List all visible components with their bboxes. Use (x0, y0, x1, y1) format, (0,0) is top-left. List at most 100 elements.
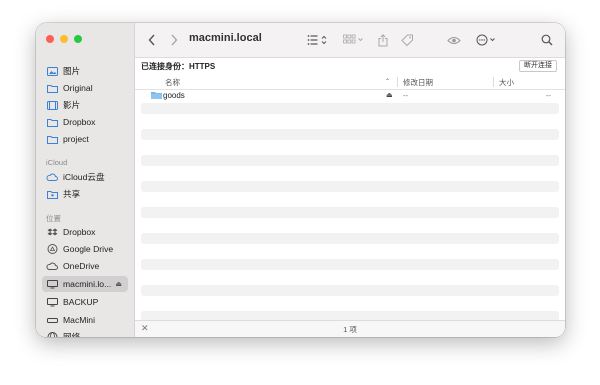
sidebar-item-macmini-local[interactable]: macmini.lo... ⏏ (42, 276, 128, 292)
sort-chevron-icon: ⌃ (385, 79, 391, 85)
back-button[interactable] (145, 32, 159, 48)
sidebar-item-label: iCloud云盘 (63, 172, 105, 182)
drive-icon (46, 243, 58, 255)
file-size: -- (546, 91, 551, 100)
sidebar-item-label: BACKUP (63, 297, 99, 307)
tag-button[interactable] (399, 32, 415, 48)
search-icon (541, 34, 553, 46)
dropbox-icon (46, 226, 58, 238)
folder-icon (46, 133, 58, 145)
sidebar-item-label: MacMini (63, 315, 95, 325)
sidebar-item-label: Dropbox (63, 227, 96, 237)
column-modified[interactable]: 修改日期 (403, 77, 433, 88)
empty-row (141, 298, 559, 309)
sidebar-item-dropbox[interactable]: Dropbox (42, 224, 128, 240)
sidebar-item-label: OneDrive (63, 261, 100, 271)
sidebar-item-label: project (63, 134, 89, 144)
sidebar-item-label: 影片 (63, 100, 81, 110)
empty-row (141, 142, 559, 153)
empty-row (141, 116, 559, 127)
cloud-icon (46, 171, 58, 183)
close-window-button[interactable] (46, 35, 54, 43)
sidebar-section-locations: 位置 (46, 214, 61, 223)
eject-icon[interactable]: ⏏ (386, 91, 393, 99)
search-button[interactable] (539, 32, 555, 48)
empty-row (141, 129, 559, 140)
empty-row (141, 259, 559, 270)
more-icon (476, 34, 495, 46)
file-browser: 已连接身份：HTTPS 断开连接 名称 ⌃ 修改日期 大小 goods ⏏ --… (135, 58, 565, 337)
empty-row (141, 220, 559, 231)
tag-icon (400, 34, 413, 46)
column-divider[interactable] (397, 77, 398, 87)
zoom-window-button[interactable] (74, 35, 82, 43)
empty-row (141, 246, 559, 257)
sidebar-item-label: macmini.lo... (63, 279, 112, 289)
column-divider[interactable] (493, 77, 494, 87)
display-icon (46, 296, 58, 308)
finder-window: 图片 Original 影片 Dropbox project iCloud iC… (36, 23, 565, 337)
minimize-window-button[interactable] (60, 35, 68, 43)
empty-row (141, 155, 559, 166)
display-icon (46, 278, 58, 290)
photos-icon (46, 65, 58, 77)
folder-icon (151, 91, 162, 101)
sidebar: 图片 Original 影片 Dropbox project iCloud iC… (36, 23, 135, 337)
sidebar-item-backup[interactable]: BACKUP (42, 294, 128, 310)
sidebar-item-project[interactable]: project (42, 131, 128, 147)
empty-row (141, 194, 559, 205)
sidebar-item-label: Original (63, 83, 93, 93)
sidebar-item-original[interactable]: Original (42, 80, 128, 96)
sidebar-item-movies[interactable]: 影片 (42, 97, 128, 113)
window-controls (46, 35, 82, 43)
window-title: macmini.local (189, 32, 262, 44)
item-count: 1 项 (343, 325, 357, 334)
sidebar-item-pictures[interactable]: 图片 (42, 63, 128, 79)
sidebar-item-label: Dropbox (63, 117, 96, 127)
sidebar-item-icloud-drive[interactable]: iCloud云盘 (42, 169, 128, 185)
sidebar-item-onedrive[interactable]: OneDrive (42, 258, 128, 274)
sidebar-item-macmini[interactable]: MacMini (42, 312, 128, 328)
empty-row (141, 103, 559, 114)
empty-row (141, 181, 559, 192)
toolbar: macmini.local (135, 23, 565, 58)
eject-icon[interactable]: ⏏ (115, 280, 122, 288)
share-icon (378, 33, 388, 46)
sidebar-item-dropbox-folder[interactable]: Dropbox (42, 114, 128, 130)
group-button[interactable] (342, 32, 366, 48)
chevron-left-icon (148, 34, 155, 46)
column-name[interactable]: 名称 (165, 77, 180, 88)
folder-icon (46, 116, 58, 128)
sidebar-item-label: Google Drive (63, 244, 114, 254)
column-size[interactable]: 大小 (499, 77, 514, 88)
empty-row (141, 168, 559, 179)
file-name: goods (163, 91, 185, 100)
file-list: goods ⏏ -- -- (141, 90, 559, 337)
share-button[interactable] (376, 32, 390, 48)
sidebar-item-label: 图片 (63, 66, 81, 76)
quick-look-button[interactable] (446, 32, 462, 48)
column-header: 名称 ⌃ 修改日期 大小 (135, 75, 565, 90)
sidebar-item-google-drive[interactable]: Google Drive (42, 241, 128, 257)
connection-bar: 已连接身份：HTTPS 断开连接 (135, 58, 565, 74)
connection-status: 已连接身份：HTTPS (141, 62, 216, 71)
sidebar-item-shared[interactable]: 共享 (42, 186, 128, 202)
empty-row (141, 233, 559, 244)
eye-icon (447, 36, 461, 44)
cloud-icon (46, 260, 58, 272)
file-modified: -- (403, 91, 408, 100)
action-menu-button[interactable] (475, 32, 499, 48)
status-bar: ✕ 1 项 (135, 320, 565, 337)
chevron-right-icon (171, 34, 178, 46)
view-list-button[interactable] (306, 32, 330, 48)
list-view-icon (307, 35, 327, 45)
forward-button[interactable] (167, 32, 181, 48)
movies-icon (46, 99, 58, 111)
sidebar-item-network[interactable]: 网络 (42, 329, 128, 337)
macmini-icon (46, 314, 58, 326)
network-icon (46, 331, 58, 337)
table-row[interactable]: goods ⏏ -- -- (141, 90, 559, 101)
empty-row (141, 285, 559, 296)
sidebar-item-label: 共享 (63, 189, 81, 199)
disconnect-button[interactable]: 断开连接 (519, 60, 557, 72)
